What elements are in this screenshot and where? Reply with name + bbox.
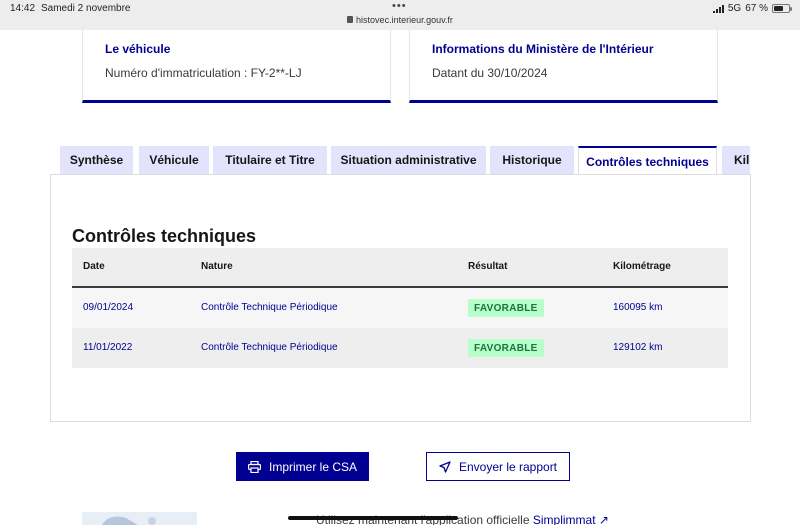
header-date: Date <box>83 261 105 272</box>
battery-icon <box>772 4 792 13</box>
row-mileage: 160095 km <box>613 302 663 313</box>
row-date: 09/01/2024 <box>83 302 134 313</box>
tab-titulaire[interactable]: Titulaire et Titre <box>213 146 327 174</box>
tab-kilometrage[interactable]: Kil <box>722 146 750 174</box>
battery-fill <box>774 6 783 11</box>
result-badge: FAVORABLE <box>468 299 544 317</box>
header-result: Résultat <box>468 261 508 272</box>
vehicle-registration: Numéro d'immatriculation : FY-2**-LJ <box>105 66 302 80</box>
tab-vehicule-label: Véhicule <box>149 153 199 167</box>
send-report-label: Envoyer le rapport <box>458 459 558 474</box>
ministry-date: Datant du 30/10/2024 <box>432 66 548 80</box>
tab-controles-techniques[interactable]: Contrôles techniques <box>578 146 717 174</box>
tab-list: Synthèse Véhicule Titulaire et Titre Sit… <box>60 146 750 174</box>
home-indicator[interactable] <box>288 516 458 520</box>
row-mileage: 129102 km <box>613 342 663 353</box>
print-csa-button[interactable]: Imprimer le CSA <box>236 452 369 481</box>
tab-historique[interactable]: Historique <box>490 146 574 174</box>
address-bar[interactable]: histovec.interieur.gouv.fr <box>0 15 800 25</box>
send-icon <box>439 460 451 473</box>
battery-percent: 67 % <box>745 3 768 14</box>
tab-situation-administrative[interactable]: Situation administrative <box>331 146 486 174</box>
tab-vehicule[interactable]: Véhicule <box>139 146 209 174</box>
ministry-card-title: Informations du Ministère de l'Intérieur <box>432 42 654 56</box>
table-row: 09/01/2024 Contrôle Technique Périodique… <box>72 288 728 328</box>
tab-synthese[interactable]: Synthèse <box>60 146 133 174</box>
send-report-button[interactable]: Envoyer le rapport <box>426 452 570 481</box>
controls-table: Date Nature Résultat Kilométrage 09/01/2… <box>72 248 728 368</box>
simplimmat-illustration <box>82 512 197 525</box>
simplimmat-link[interactable]: Simplimmat <box>533 513 596 525</box>
signal-icon <box>712 4 724 13</box>
ministry-card: Informations du Ministère de l'Intérieur… <box>409 30 718 103</box>
header-nature: Nature <box>201 261 233 272</box>
url-text: histovec.interieur.gouv.fr <box>356 15 453 25</box>
row-nature: Contrôle Technique Périodique <box>201 342 338 353</box>
status-indicators: 5G 67 % <box>712 3 792 14</box>
table-header: Date Nature Résultat Kilométrage <box>72 248 728 288</box>
result-badge: FAVORABLE <box>468 339 544 357</box>
status-date: Samedi 2 novembre <box>41 3 131 14</box>
vehicle-card-title: Le véhicule <box>105 42 171 56</box>
header-mileage: Kilométrage <box>613 261 671 272</box>
table-row: 11/01/2022 Contrôle Technique Périodique… <box>72 328 728 368</box>
network-label: 5G <box>727 3 742 14</box>
row-nature: Contrôle Technique Périodique <box>201 302 338 313</box>
section-title: Contrôles techniques <box>72 226 257 246</box>
lock-icon <box>347 16 354 23</box>
row-date: 11/01/2022 <box>83 342 133 353</box>
car-illustration-icon <box>102 516 156 525</box>
vehicle-card: Le véhicule Numéro d'immatriculation : F… <box>82 30 391 103</box>
status-bar: 14:42 Samedi 2 novembre ••• histovec.int… <box>0 0 800 30</box>
print-csa-label: Imprimer le CSA <box>268 459 357 474</box>
printer-icon <box>247 460 261 473</box>
external-link-icon: ↗ <box>598 513 609 525</box>
multitasking-dots[interactable]: ••• <box>392 0 407 12</box>
status-time: 14:42 <box>10 3 36 14</box>
